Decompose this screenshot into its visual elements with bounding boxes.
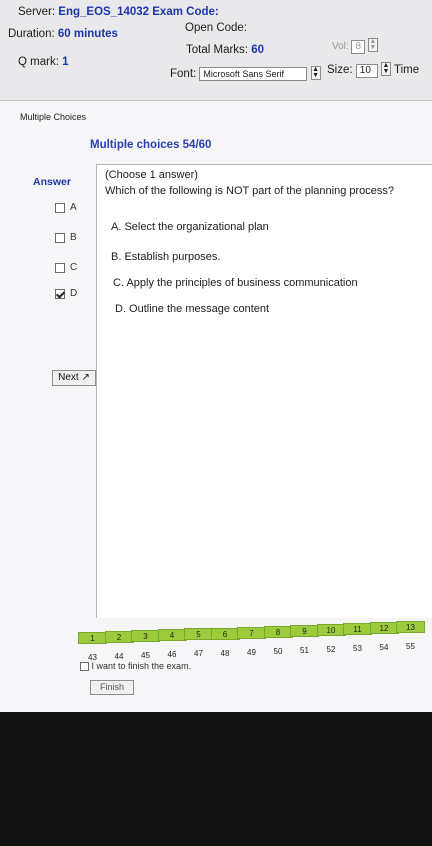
answer-letter-d: D bbox=[70, 288, 78, 299]
size-row: Size: 10 ▲ ▼ Time bbox=[327, 62, 419, 78]
qmark-label: Q mark: bbox=[18, 56, 59, 68]
answer-checkbox-b[interactable] bbox=[55, 232, 65, 243]
question-nav-button[interactable]: 5 bbox=[184, 628, 213, 641]
question-nav-button[interactable]: 44 bbox=[105, 650, 134, 662]
question-nav-button[interactable]: 11 bbox=[343, 623, 372, 635]
question-nav-button[interactable]: 7 bbox=[237, 626, 266, 639]
size-label: Size: bbox=[327, 64, 353, 76]
next-button[interactable]: Next ↗ bbox=[52, 370, 96, 386]
question-instruction: (Choose 1 answer) bbox=[105, 169, 198, 181]
answer-letter-c: C bbox=[70, 262, 78, 273]
answer-checkbox-c[interactable] bbox=[55, 262, 65, 273]
option-c-text: C. Apply the principles of business comm… bbox=[113, 277, 358, 289]
question-nav-button[interactable]: 55 bbox=[396, 640, 425, 652]
total-marks-row: Total Marks: 60 bbox=[186, 44, 264, 56]
font-spin-icon[interactable]: ▲ ▼ bbox=[310, 66, 321, 80]
section-tab[interactable]: Multiple Choices bbox=[20, 112, 86, 122]
duration-value: 60 minutes bbox=[57, 28, 118, 40]
answer-label: Answer bbox=[33, 176, 71, 188]
size-spin-icon[interactable]: ▲ ▼ bbox=[380, 62, 391, 76]
question-nav-button[interactable]: 10 bbox=[316, 623, 346, 636]
answer-letter-a: A bbox=[70, 202, 77, 213]
question-nav-button[interactable]: 48 bbox=[211, 647, 240, 659]
option-b-text: B. Establish purposes. bbox=[111, 251, 221, 263]
question-nav-button[interactable]: 45 bbox=[131, 649, 160, 661]
finish-button[interactable]: Finish bbox=[90, 680, 134, 695]
qmark-row: Q mark: 1 bbox=[18, 56, 69, 68]
answer-checkbox-a[interactable] bbox=[55, 202, 65, 213]
font-label: Font: bbox=[170, 68, 197, 80]
server-label: Server: bbox=[18, 6, 56, 18]
answer-option-d[interactable]: D bbox=[55, 288, 77, 299]
question-nav-button[interactable]: 12 bbox=[369, 622, 399, 635]
duration-label: Duration: bbox=[8, 28, 55, 40]
question-nav-button[interactable]: 49 bbox=[237, 646, 266, 658]
question-nav-button[interactable]: 54 bbox=[370, 641, 399, 653]
question-nav-button[interactable]: 52 bbox=[317, 643, 346, 655]
question-nav-button[interactable]: 9 bbox=[290, 624, 319, 637]
question-nav-button[interactable]: 13 bbox=[396, 621, 425, 634]
answer-option-a[interactable]: A bbox=[55, 202, 77, 213]
open-code-label: Open Code: bbox=[185, 22, 248, 34]
total-marks-label: Total Marks: bbox=[186, 44, 248, 56]
question-nav-button[interactable]: 8 bbox=[263, 625, 293, 638]
question-nav-button[interactable]: 46 bbox=[158, 648, 187, 660]
cursor-arrow-icon: ↗ bbox=[81, 372, 90, 383]
font-row: Font: Microsoft Sans Serif ▲ ▼ bbox=[170, 66, 321, 81]
size-value[interactable]: 10 bbox=[355, 64, 378, 78]
question-nav-button[interactable]: 53 bbox=[343, 642, 372, 654]
question-box: (Choose 1 answer) Which of the following… bbox=[96, 164, 432, 618]
question-nav-button[interactable]: 2 bbox=[104, 631, 134, 644]
server-row: Server: Eng_EOS_14032 Exam Code: bbox=[18, 6, 219, 18]
question-nav-button[interactable]: 50 bbox=[264, 645, 293, 657]
question-nav-button[interactable]: 4 bbox=[157, 629, 187, 642]
answer-letter-b: B bbox=[70, 232, 77, 243]
answer-option-c[interactable]: C bbox=[55, 262, 77, 273]
server-value: Eng_EOS_14032 bbox=[58, 6, 150, 18]
time-label: Time bbox=[393, 64, 420, 76]
question-nav-button[interactable]: 43 bbox=[78, 651, 107, 663]
question-text: Which of the following is NOT part of th… bbox=[105, 185, 395, 197]
exam-window: Server: Eng_EOS_14032 Exam Code: Duratio… bbox=[0, 0, 432, 712]
volume-control[interactable]: Vol: 8 ▲ ▼ bbox=[332, 38, 378, 54]
duration-row: Duration: 60 minutes bbox=[8, 28, 118, 40]
option-d-text: D. Outline the message content bbox=[115, 303, 270, 315]
question-nav-button[interactable]: 1 bbox=[78, 632, 107, 644]
vol-spin-icon[interactable]: ▲ ▼ bbox=[367, 38, 378, 52]
next-label: Next bbox=[58, 372, 79, 383]
qmark-value: 1 bbox=[62, 56, 69, 68]
vol-label: Vol: bbox=[332, 41, 349, 52]
exam-code-label: Exam Code: bbox=[152, 6, 219, 18]
question-nav-button[interactable]: 6 bbox=[210, 627, 240, 640]
question-nav-button[interactable]: 51 bbox=[290, 644, 319, 656]
option-a-text: A. Select the organizational plan bbox=[111, 221, 269, 233]
answer-checkbox-d[interactable] bbox=[55, 288, 65, 299]
question-header: Multiple choices 54/60 bbox=[90, 139, 212, 151]
total-marks-value: 60 bbox=[251, 44, 264, 56]
font-select[interactable]: Microsoft Sans Serif bbox=[199, 67, 308, 81]
question-nav-button[interactable]: 3 bbox=[131, 630, 160, 643]
answer-option-b[interactable]: B bbox=[55, 232, 77, 243]
vol-value[interactable]: 8 bbox=[351, 40, 366, 54]
question-nav-button[interactable]: 47 bbox=[184, 647, 213, 659]
